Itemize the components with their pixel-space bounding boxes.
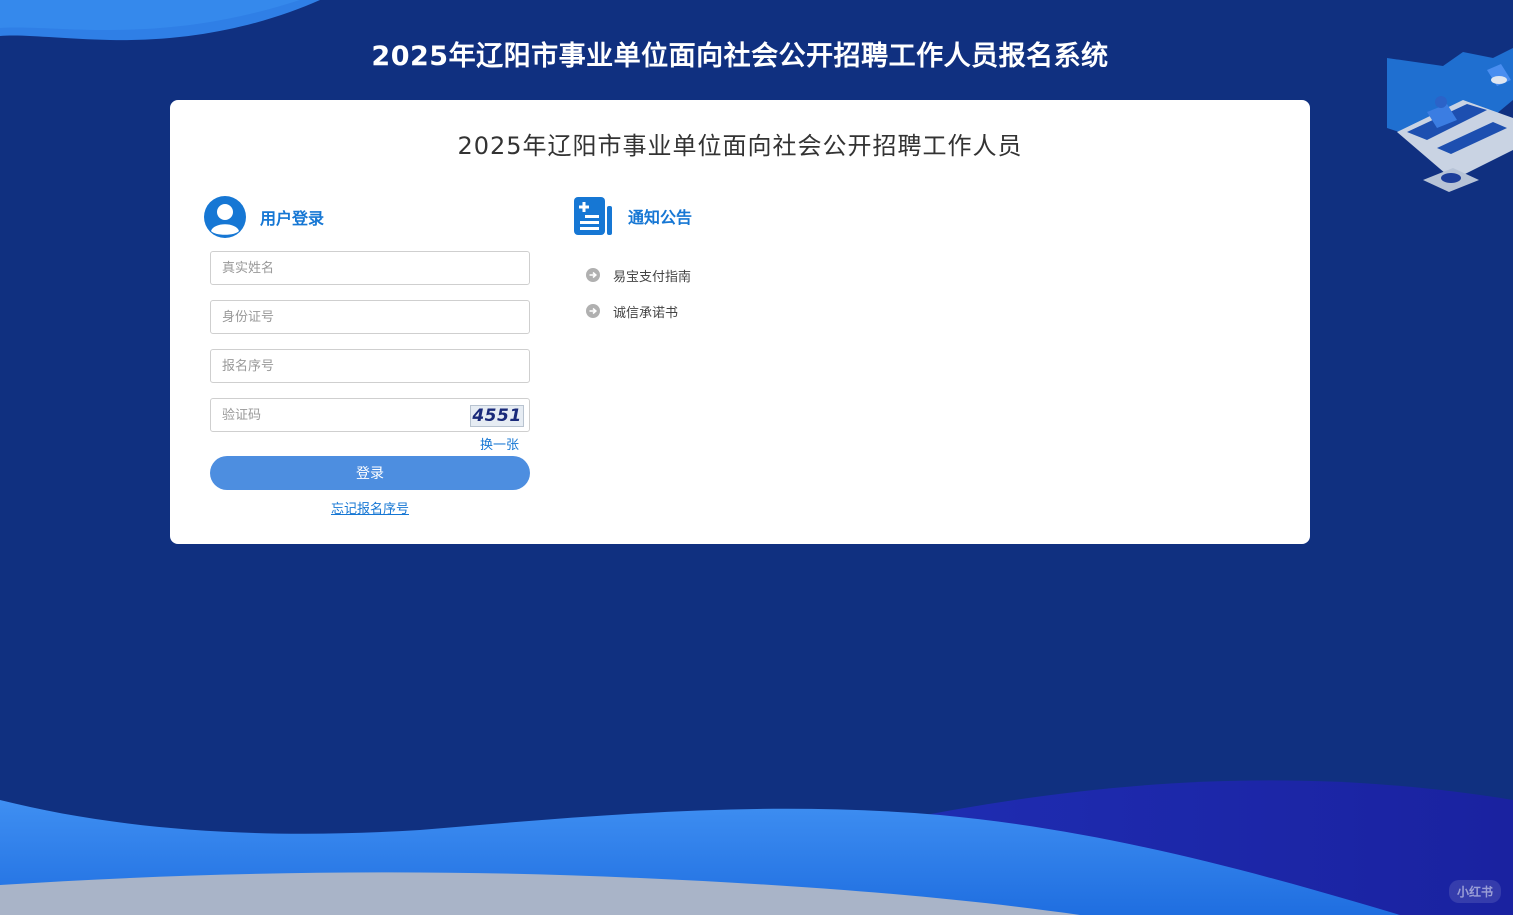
watermark: 小红书	[1448, 880, 1501, 903]
notice-heading: 通知公告	[628, 208, 693, 227]
refresh-captcha-link[interactable]: 换一张	[480, 434, 519, 453]
captcha-image[interactable]: 4551	[470, 405, 524, 427]
notice-item-label: 诚信承诺书	[613, 305, 679, 321]
notice-list: 易宝支付指南 诚信承诺书	[586, 257, 691, 329]
notice-item[interactable]: 诚信承诺书	[586, 293, 691, 329]
forgot-serial-link[interactable]: 忘记报名序号	[210, 498, 530, 517]
login-heading: 用户登录	[260, 209, 325, 228]
notice-item[interactable]: 易宝支付指南	[586, 257, 691, 293]
name-input[interactable]	[211, 252, 529, 284]
id-number-field	[210, 300, 530, 334]
captcha-code: 4551	[472, 406, 522, 426]
main-card: 2025年辽阳市事业单位面向社会公开招聘工作人员 用户登录 通知公告 真实姓名 …	[170, 100, 1310, 544]
bottom-wave-decoration	[0, 780, 1513, 915]
arrow-circle-icon	[586, 304, 600, 318]
arrow-circle-icon	[586, 268, 600, 282]
site-title: 2025年辽阳市事业单位面向社会公开招聘工作人员报名系统	[371, 41, 1109, 72]
captcha-input[interactable]	[211, 399, 461, 431]
notice-section-header: 通知公告	[574, 196, 692, 236]
document-list-icon	[574, 197, 612, 235]
captcha-field: 4551	[210, 398, 530, 432]
login-section-header: 用户登录	[204, 196, 324, 238]
name-field	[210, 251, 530, 285]
serial-number-input[interactable]	[211, 350, 529, 382]
notice-item-label: 易宝支付指南	[613, 269, 692, 285]
card-title: 2025年辽阳市事业单位面向社会公开招聘工作人员	[457, 132, 1023, 160]
serial-number-field	[210, 349, 530, 383]
user-avatar-icon	[204, 196, 246, 238]
id-number-input[interactable]	[211, 301, 529, 333]
login-button[interactable]: 登录	[210, 456, 530, 490]
